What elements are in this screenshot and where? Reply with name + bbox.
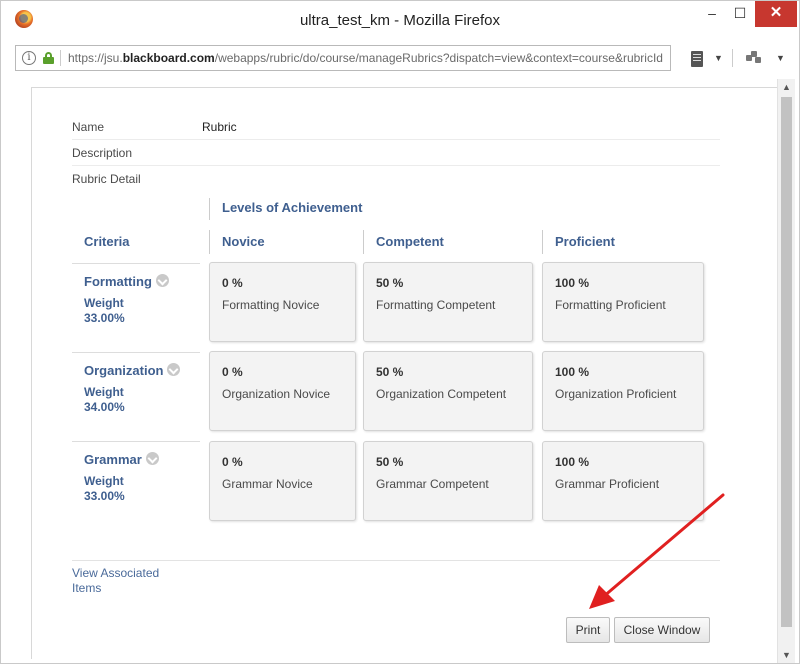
cell-percent: 0 % — [222, 276, 243, 290]
weight-value: 33.00% — [84, 311, 125, 325]
reader-dropdown-chevron-icon[interactable]: ▼ — [714, 53, 723, 63]
url-text[interactable]: https://jsu.blackboard.com/webapps/rubri… — [68, 51, 666, 65]
criterion-label: Organization — [84, 363, 164, 378]
address-bar[interactable]: i https://jsu.blackboard.com/webapps/rub… — [15, 45, 671, 71]
column-header-novice: Novice — [222, 234, 265, 249]
cell-description: Formatting Novice — [222, 298, 320, 312]
criterion-formatting: Formatting Weight 33.00% — [72, 263, 200, 343]
scroll-down-arrow-icon[interactable]: ▼ — [778, 647, 795, 663]
cell-description: Formatting Proficient — [555, 298, 666, 312]
criterion-label: Formatting — [84, 274, 152, 289]
rubric-cell: 100 % Organization Proficient — [542, 351, 704, 431]
rubric-cell: 50 % Organization Competent — [363, 351, 533, 431]
minimize-button[interactable]: – — [697, 1, 727, 27]
close-button[interactable]: ✕ — [755, 1, 797, 27]
cell-percent: 0 % — [222, 455, 243, 469]
scroll-up-arrow-icon[interactable]: ▲ — [778, 79, 795, 95]
column-divider — [542, 230, 543, 254]
chevron-down-icon[interactable] — [145, 452, 159, 465]
criterion-weight: Weight 34.00% — [84, 385, 125, 415]
reader-view-icon[interactable] — [691, 51, 703, 67]
chevron-down-icon[interactable] — [167, 363, 181, 376]
rubric-detail-label: Rubric Detail — [72, 172, 141, 186]
levels-of-achievement-header: Levels of Achievement — [222, 200, 363, 215]
criterion-label: Grammar — [84, 452, 142, 467]
criterion-weight: Weight 33.00% — [84, 474, 125, 504]
view-associated-items-link[interactable]: View Associated Items — [72, 566, 182, 596]
print-button[interactable]: Print — [566, 617, 610, 643]
criteria-header: Criteria — [84, 234, 130, 249]
name-value: Rubric — [202, 120, 237, 134]
url-suffix: /webapps/rubric/do/course/manageRubrics?… — [214, 51, 663, 65]
extension-dropdown-chevron-icon[interactable]: ▼ — [776, 53, 785, 63]
rubric-cell: 50 % Formatting Competent — [363, 262, 533, 342]
scroll-thumb[interactable] — [781, 97, 792, 627]
address-divider — [60, 50, 61, 66]
criterion-name: Grammar — [84, 452, 159, 467]
criterion-weight: Weight 33.00% — [84, 296, 125, 326]
red-annotation-arrow-icon — [589, 493, 725, 609]
column-header-competent: Competent — [376, 234, 444, 249]
rubric-name-row: Name Rubric — [72, 114, 720, 140]
rubric-description-row: Description — [72, 140, 720, 166]
rubric-cell: 0 % Grammar Novice — [209, 441, 356, 521]
rubric-cell: 0 % Organization Novice — [209, 351, 356, 431]
cell-description: Formatting Competent — [376, 298, 496, 312]
criterion-name: Organization — [84, 363, 181, 378]
rubric-cell: 0 % Formatting Novice — [209, 262, 356, 342]
cell-percent: 50 % — [376, 276, 404, 290]
description-label: Description — [72, 146, 133, 160]
cell-description: Grammar Novice — [222, 477, 313, 491]
window-title: ultra_test_km - Mozilla Firefox — [299, 12, 501, 29]
levels-divider — [209, 198, 210, 220]
weight-value: 34.00% — [84, 400, 125, 414]
cell-percent: 50 % — [376, 365, 404, 379]
extension-icon[interactable] — [746, 51, 762, 65]
browser-window: ultra_test_km - Mozilla Firefox – ☐ ✕ i … — [0, 0, 800, 664]
cell-description: Organization Novice — [222, 387, 331, 401]
cell-percent: 100 % — [555, 365, 590, 379]
cell-percent: 50 % — [376, 455, 404, 469]
site-info-icon[interactable]: i — [22, 51, 36, 65]
weight-label: Weight — [84, 385, 124, 399]
weight-label: Weight — [84, 296, 124, 310]
url-domain: blackboard.com — [122, 51, 215, 65]
column-divider — [209, 230, 210, 254]
cell-description: Grammar Competent — [376, 477, 489, 491]
chevron-down-icon[interactable] — [155, 274, 169, 287]
cell-description: Organization Proficient — [555, 387, 677, 401]
rubric-cell: 50 % Grammar Competent — [363, 441, 533, 521]
rubric-cell: 100 % Formatting Proficient — [542, 262, 704, 342]
title-bar: ultra_test_km - Mozilla Firefox – ☐ ✕ — [1, 1, 799, 41]
weight-label: Weight — [84, 474, 124, 488]
criterion-grammar: Grammar Weight 33.00% — [72, 441, 200, 521]
name-label: Name — [72, 120, 105, 134]
cell-percent: 0 % — [222, 365, 243, 379]
toolbar-divider — [732, 49, 733, 67]
weight-value: 33.00% — [84, 489, 125, 503]
lock-icon[interactable] — [43, 52, 54, 64]
cell-description: Organization Competent — [376, 387, 507, 401]
maximize-button[interactable]: ☐ — [725, 1, 755, 27]
cell-percent: 100 % — [555, 455, 590, 469]
criterion-name: Formatting — [84, 274, 169, 289]
cell-percent: 100 % — [555, 276, 590, 290]
url-prefix: https://jsu. — [68, 51, 123, 65]
rubric-detail-row: Rubric Detail — [72, 166, 720, 192]
vertical-scrollbar[interactable]: ▲ ▼ — [777, 79, 795, 663]
column-divider — [363, 230, 364, 254]
column-header-proficient: Proficient — [555, 234, 615, 249]
close-window-button[interactable]: Close Window — [614, 617, 710, 643]
criterion-organization: Organization Weight 34.00% — [72, 352, 200, 432]
